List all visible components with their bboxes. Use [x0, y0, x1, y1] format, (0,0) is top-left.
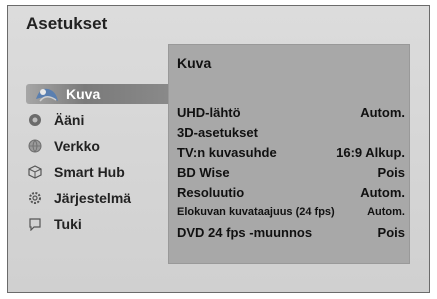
- setting-label: Resoluutio: [177, 184, 245, 200]
- setting-movie-frame-rate[interactable]: Elokuvan kuvataajuus (24 fps) Autom.: [177, 202, 405, 222]
- panel-title: Kuva: [177, 55, 212, 71]
- sound-icon: [28, 113, 42, 127]
- sidebar-item-system[interactable]: Järjestelmä: [26, 185, 174, 211]
- picture-icon: [34, 83, 60, 105]
- setting-value: Pois: [377, 164, 405, 180]
- setting-value: Autom.: [360, 184, 405, 200]
- network-icon: [28, 139, 42, 153]
- setting-value: Pois: [377, 224, 405, 240]
- sidebar-item-support[interactable]: Tuki: [26, 211, 174, 237]
- sidebar-item-sound[interactable]: Ääni: [26, 107, 174, 133]
- sidebar-item-smart-hub[interactable]: Smart Hub: [26, 159, 174, 185]
- sidebar-item-label: Järjestelmä: [54, 190, 132, 206]
- sidebar-item-label: Smart Hub: [54, 164, 125, 180]
- sidebar-item-label: Verkko: [54, 138, 100, 154]
- settings-window: Asetukset Kuva Ääni Verkko Smart Hub Jär…: [7, 5, 430, 293]
- setting-dvd-24fps[interactable]: DVD 24 fps -muunnos Pois: [177, 222, 405, 242]
- setting-uhd-output[interactable]: UHD-lähtö Autom.: [177, 102, 405, 122]
- setting-value: 16:9 Alkup.: [336, 144, 405, 160]
- setting-label: DVD 24 fps -muunnos: [177, 224, 313, 240]
- sidebar-item-label: Kuva: [66, 86, 101, 102]
- setting-aspect-ratio[interactable]: TV:n kuvasuhde 16:9 Alkup.: [177, 142, 405, 162]
- sidebar-item-label: Ääni: [54, 112, 85, 128]
- support-icon: [28, 217, 42, 231]
- setting-label: TV:n kuvasuhde: [177, 144, 277, 160]
- smart-hub-icon: [28, 165, 42, 179]
- setting-label: 3D-asetukset: [177, 124, 258, 140]
- setting-value: Autom.: [367, 206, 405, 218]
- sidebar-item-picture[interactable]: Kuva: [26, 81, 174, 107]
- settings-list: UHD-lähtö Autom. 3D-asetukset TV:n kuvas…: [177, 102, 405, 242]
- sidebar-item-label: Tuki: [54, 216, 82, 232]
- setting-value: Autom.: [360, 104, 405, 120]
- sidebar: Kuva Ääni Verkko Smart Hub Järjestelmä T…: [26, 81, 174, 237]
- setting-label: Elokuvan kuvataajuus (24 fps): [177, 206, 335, 218]
- setting-3d[interactable]: 3D-asetukset: [177, 122, 405, 142]
- sidebar-item-network[interactable]: Verkko: [26, 133, 174, 159]
- setting-label: UHD-lähtö: [177, 104, 241, 120]
- setting-resolution[interactable]: Resoluutio Autom.: [177, 182, 405, 202]
- gear-icon: [28, 191, 42, 205]
- setting-bd-wise[interactable]: BD Wise Pois: [177, 162, 405, 182]
- setting-label: BD Wise: [177, 164, 230, 180]
- picture-settings-panel: Kuva UHD-lähtö Autom. 3D-asetukset TV:n …: [168, 44, 410, 264]
- page-title: Asetukset: [26, 14, 108, 33]
